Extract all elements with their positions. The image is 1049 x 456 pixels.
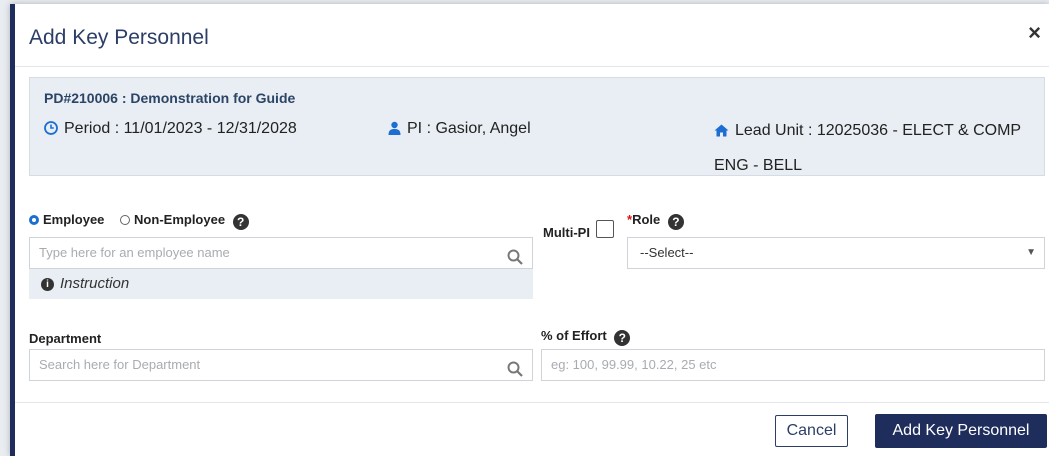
employee-search-placeholder: Type here for an employee name <box>39 245 230 260</box>
pi-text: PI : Gasior, Angel <box>407 120 531 137</box>
role-select[interactable]: --Select-- ▼ <box>627 237 1045 269</box>
employee-radio-label[interactable]: Employee <box>43 212 104 227</box>
footer-divider <box>15 402 1049 403</box>
chevron-down-icon: ▼ <box>1026 247 1036 258</box>
non-employee-radio[interactable] <box>120 215 131 225</box>
effort-label: % of Effort ? <box>541 328 631 346</box>
role-label: *Role ? <box>627 212 684 230</box>
search-icon[interactable] <box>507 358 523 377</box>
proposal-title: PD#210006 : Demonstration for Guide <box>44 90 296 106</box>
effort-input[interactable]: eg: 100, 99.99, 10.22, 25 etc <box>541 349 1045 381</box>
search-icon[interactable] <box>507 246 523 265</box>
close-button[interactable]: × <box>1028 22 1041 44</box>
department-search-placeholder: Search here for Department <box>39 357 201 372</box>
lead-unit-text: Lead Unit : 12025036 - ELECT & COMP ENG … <box>714 122 1021 174</box>
pi-info: PI : Gasior, Angel <box>388 120 531 140</box>
user-icon <box>388 121 401 140</box>
info-circle-icon: i <box>41 278 54 291</box>
employee-radio-option[interactable]: Employee <box>29 212 108 227</box>
department-label: Department <box>29 331 102 346</box>
effort-label-text: % of Effort <box>541 328 607 343</box>
question-circle-icon[interactable]: ? <box>232 214 249 230</box>
modal-title: Add Key Personnel <box>29 26 209 49</box>
employee-search-input[interactable]: Type here for an employee name <box>29 237 533 269</box>
question-circle-icon[interactable]: ? <box>614 330 631 346</box>
modal-header: Add Key Personnel × <box>15 4 1049 67</box>
clock-icon <box>44 121 58 140</box>
role-select-value: --Select-- <box>640 245 694 260</box>
add-key-personnel-button[interactable]: Add Key Personnel <box>875 414 1047 448</box>
department-search-input[interactable]: Search here for Department <box>29 349 533 381</box>
period-text: Period : 11/01/2023 - 12/31/2028 <box>64 120 297 137</box>
question-circle-icon[interactable]: ? <box>667 214 684 230</box>
employee-type-radio-group: Employee Non-Employee ? <box>29 212 249 230</box>
instruction-text: Instruction <box>60 275 130 292</box>
non-employee-radio-label[interactable]: Non-Employee <box>134 212 225 227</box>
role-label-text: Role <box>632 212 661 227</box>
multi-pi-label: Multi-PI <box>543 225 590 240</box>
instruction-panel[interactable]: i Instruction <box>29 269 533 299</box>
non-employee-radio-option[interactable]: Non-Employee <box>120 212 229 227</box>
employee-radio[interactable] <box>29 215 39 225</box>
home-icon <box>714 116 729 149</box>
proposal-info-card: PD#210006 : Demonstration for Guide Peri… <box>29 77 1045 176</box>
period-info: Period : 11/01/2023 - 12/31/2028 <box>44 120 297 140</box>
cancel-button[interactable]: Cancel <box>775 415 848 447</box>
add-key-personnel-modal: Add Key Personnel × PD#210006 : Demonstr… <box>10 4 1049 456</box>
effort-placeholder: eg: 100, 99.99, 10.22, 25 etc <box>551 357 717 372</box>
lead-unit-info: Lead Unit : 12025036 - ELECT & COMP ENG … <box>714 114 1034 182</box>
multi-pi-checkbox[interactable] <box>596 220 614 238</box>
